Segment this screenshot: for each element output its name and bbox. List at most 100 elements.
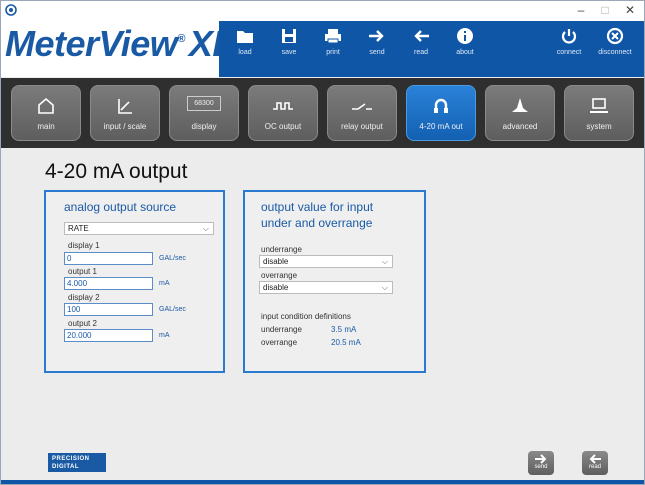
analog-source-heading: analog output source <box>64 200 177 214</box>
def-underrange-value: 3.5 mA <box>331 325 357 334</box>
pulse-icon <box>273 102 293 110</box>
connect-label: connect <box>556 49 582 56</box>
tab-system[interactable]: system <box>564 85 634 141</box>
bottom-accent-bar <box>1 480 644 484</box>
brand-line1: PRECISION <box>52 456 90 462</box>
range-output-panel: output value for input under and overran… <box>243 190 426 373</box>
output2-unit: mA <box>159 332 170 339</box>
display2-input[interactable]: 100 <box>64 303 153 316</box>
power-icon <box>561 29 577 44</box>
tab-main-label: main <box>37 122 55 131</box>
page-title: 4-20 mA output <box>45 160 188 183</box>
output2-input[interactable]: 20.000 <box>64 329 153 342</box>
output1-input[interactable]: 4.000 <box>64 277 153 290</box>
read-arrow-icon <box>414 30 429 42</box>
home-icon <box>38 97 54 114</box>
chart-axis-icon <box>118 99 132 114</box>
footer: PRECISION DIGITAL send read <box>1 448 644 484</box>
overrange-select[interactable]: disable ⌵ <box>259 281 393 294</box>
read-button[interactable]: read <box>399 27 443 73</box>
footer-send-label: send <box>534 464 548 470</box>
display1-label: display 1 <box>68 241 100 250</box>
range-heading-line2: under and overrange <box>261 216 373 230</box>
maximize-button[interactable]: □ <box>594 2 616 18</box>
analog-output-source-panel: analog output source RATE ⌵ display 1 0 … <box>44 190 225 373</box>
send-button[interactable]: send <box>355 27 399 73</box>
minimize-button[interactable]: – <box>570 2 592 18</box>
tab-display[interactable]: 68300 display <box>169 85 239 141</box>
load-label: load <box>238 49 252 56</box>
close-button[interactable]: ✕ <box>619 2 641 18</box>
logo-text: MeterView <box>5 23 178 64</box>
tab-input-scale[interactable]: input / scale <box>90 85 160 141</box>
precision-digital-logo: PRECISION DIGITAL <box>48 453 106 472</box>
tab-main[interactable]: main <box>11 85 81 141</box>
def-overrange-label: overrange <box>261 338 298 347</box>
about-button[interactable]: about <box>443 27 487 73</box>
tab-display-label: display <box>191 122 217 131</box>
underrange-select-value: disable <box>263 257 289 266</box>
print-button[interactable]: print <box>311 27 355 73</box>
display2-label: display 2 <box>68 293 100 302</box>
range-heading-line1: output value for input <box>261 200 374 214</box>
tab-relay-output-label: relay output <box>341 122 383 131</box>
footer-read-button[interactable]: read <box>582 451 608 475</box>
load-button[interactable]: load <box>223 27 267 73</box>
save-button[interactable]: save <box>267 27 311 73</box>
tab-oc-output[interactable]: OC output <box>248 85 318 141</box>
tab-system-label: system <box>586 122 612 131</box>
logo-registered-mark: ® <box>177 33 185 45</box>
send-arrow-icon <box>535 454 547 464</box>
send-label: send <box>369 49 385 56</box>
tab-4-20ma-out-label: 4-20 mA out <box>419 122 463 131</box>
about-label: about <box>456 49 474 56</box>
send-arrow-icon <box>369 30 384 42</box>
output2-label: output 2 <box>68 319 97 328</box>
display2-unit: GAL/sec <box>159 306 186 313</box>
output1-label: output 1 <box>68 267 97 276</box>
source-select-value: RATE <box>68 224 89 233</box>
app-window: – □ ✕ MeterView®XL load save print send <box>0 0 645 485</box>
tab-advanced[interactable]: advanced <box>485 85 555 141</box>
tab-oc-output-label: OC output <box>264 122 302 131</box>
read-label: read <box>413 49 428 56</box>
chevron-down-icon: ⌵ <box>202 224 209 233</box>
display1-unit: GAL/sec <box>159 255 186 262</box>
output1-unit: mA <box>159 280 170 287</box>
app-gear-icon <box>5 4 17 16</box>
save-label: save <box>281 49 297 56</box>
read-arrow-icon <box>589 454 601 464</box>
toolbar: load save print send read about connect … <box>219 21 644 77</box>
display1-input[interactable]: 0 <box>64 252 153 265</box>
print-icon <box>325 29 341 44</box>
definitions-title: input condition definitions <box>261 312 351 321</box>
nav-bar: main input / scale 68300 display OC outp… <box>1 78 644 148</box>
overrange-label: overrange <box>261 271 298 280</box>
chevron-down-icon: ⌵ <box>381 283 388 292</box>
overrange-select-value: disable <box>263 283 289 292</box>
info-icon <box>457 28 473 44</box>
def-overrange-value: 20.5 mA <box>331 338 361 347</box>
disconnect-button[interactable]: disconnect <box>593 27 637 73</box>
main-panel: 4-20 mA output analog output source RATE… <box>1 148 644 448</box>
chevron-down-icon: ⌵ <box>381 257 388 266</box>
save-icon <box>282 29 296 43</box>
tab-input-scale-label: input / scale <box>103 122 147 131</box>
title-bar: – □ ✕ <box>1 1 644 21</box>
header: MeterView®XL load save print send read <box>1 21 644 77</box>
disconnect-icon <box>606 27 624 45</box>
display-icon: 68300 <box>187 96 221 111</box>
footer-read-label: read <box>588 464 601 470</box>
source-select[interactable]: RATE ⌵ <box>64 222 214 235</box>
tab-4-20ma-out[interactable]: 4-20 mA out <box>406 85 476 141</box>
underrange-select[interactable]: disable ⌵ <box>259 255 393 268</box>
def-underrange-label: underrange <box>261 325 302 334</box>
folder-icon <box>237 31 253 43</box>
laptop-icon <box>590 98 608 113</box>
footer-send-button[interactable]: send <box>528 451 554 475</box>
underrange-label: underrange <box>261 245 302 254</box>
print-label: print <box>326 49 340 56</box>
app-logo: MeterView® XL <box>5 23 234 65</box>
connect-button[interactable]: connect <box>547 27 591 73</box>
tab-relay-output[interactable]: relay output <box>327 85 397 141</box>
